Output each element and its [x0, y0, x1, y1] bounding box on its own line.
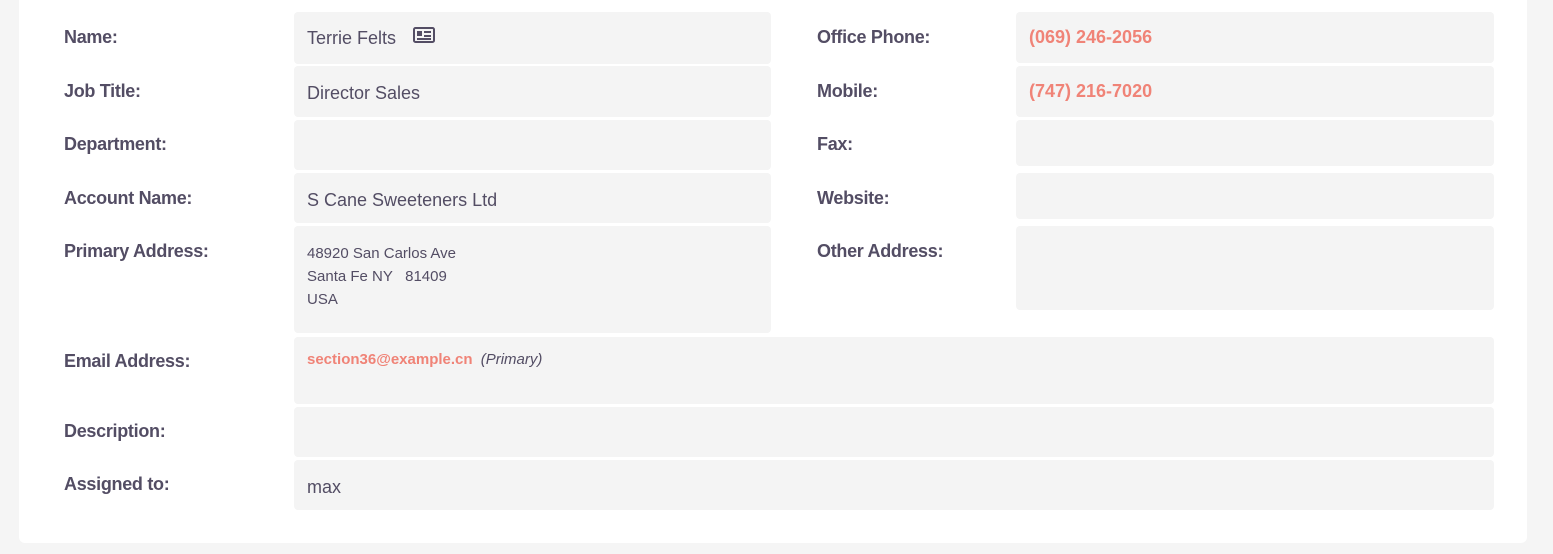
mobile-link[interactable]: (747) 216-7020 [1029, 81, 1152, 102]
office-phone-link[interactable]: (069) 246-2056 [1029, 27, 1152, 48]
name-field[interactable]: Terrie Felts [294, 12, 771, 64]
email-value: section36@example.cn (Primary) [307, 351, 542, 368]
vcard-icon[interactable] [413, 26, 436, 48]
mobile-label: Mobile: [817, 81, 878, 101]
email-primary-tag: (Primary) [480, 351, 543, 368]
website-field[interactable] [1016, 173, 1494, 219]
mobile-field[interactable]: (747) 216-7020 [1016, 66, 1494, 117]
other-address-label: Other Address: [817, 241, 944, 261]
email-address-label: Email Address: [64, 351, 191, 371]
name-value: Terrie Felts [307, 28, 397, 48]
department-label: Department: [64, 134, 167, 154]
primary-address-value: 48920 San Carlos Ave Santa Fe NY 81409 U… [307, 242, 456, 311]
job-title-value: Director Sales [307, 83, 421, 103]
description-label: Description: [64, 421, 166, 441]
job-title-label: Job Title: [64, 81, 141, 101]
email-link[interactable]: section36@example.cn [307, 351, 473, 368]
office-phone-field[interactable]: (069) 246-2056 [1016, 12, 1494, 63]
account-name-label: Account Name: [64, 188, 193, 208]
primary-address-city: Santa Fe NY 81409 [307, 268, 447, 285]
fax-label: Fax: [817, 134, 853, 154]
primary-address-field[interactable]: 48920 San Carlos Ave Santa Fe NY 81409 U… [294, 226, 771, 333]
account-name-value[interactable]: S Cane Sweeteners Ltd [307, 190, 497, 211]
account-name-field[interactable]: S Cane Sweeteners Ltd [294, 173, 771, 223]
assigned-to-field[interactable]: max [294, 460, 1494, 510]
job-title-field[interactable]: Director Sales [294, 66, 771, 117]
email-address-field[interactable]: section36@example.cn (Primary) [294, 337, 1494, 404]
website-label: Website: [817, 188, 890, 208]
assigned-to-value[interactable]: max [307, 477, 341, 498]
primary-address-country: USA [307, 291, 338, 308]
office-phone-label: Office Phone: [817, 27, 931, 47]
other-address-field[interactable] [1016, 226, 1494, 310]
fax-field[interactable] [1016, 120, 1494, 166]
primary-address-label: Primary Address: [64, 241, 209, 261]
description-field[interactable] [294, 407, 1494, 457]
name-label: Name: [64, 27, 118, 47]
department-field[interactable] [294, 120, 771, 170]
assigned-to-label: Assigned to: [64, 474, 170, 494]
primary-address-street: 48920 San Carlos Ave [307, 245, 456, 262]
